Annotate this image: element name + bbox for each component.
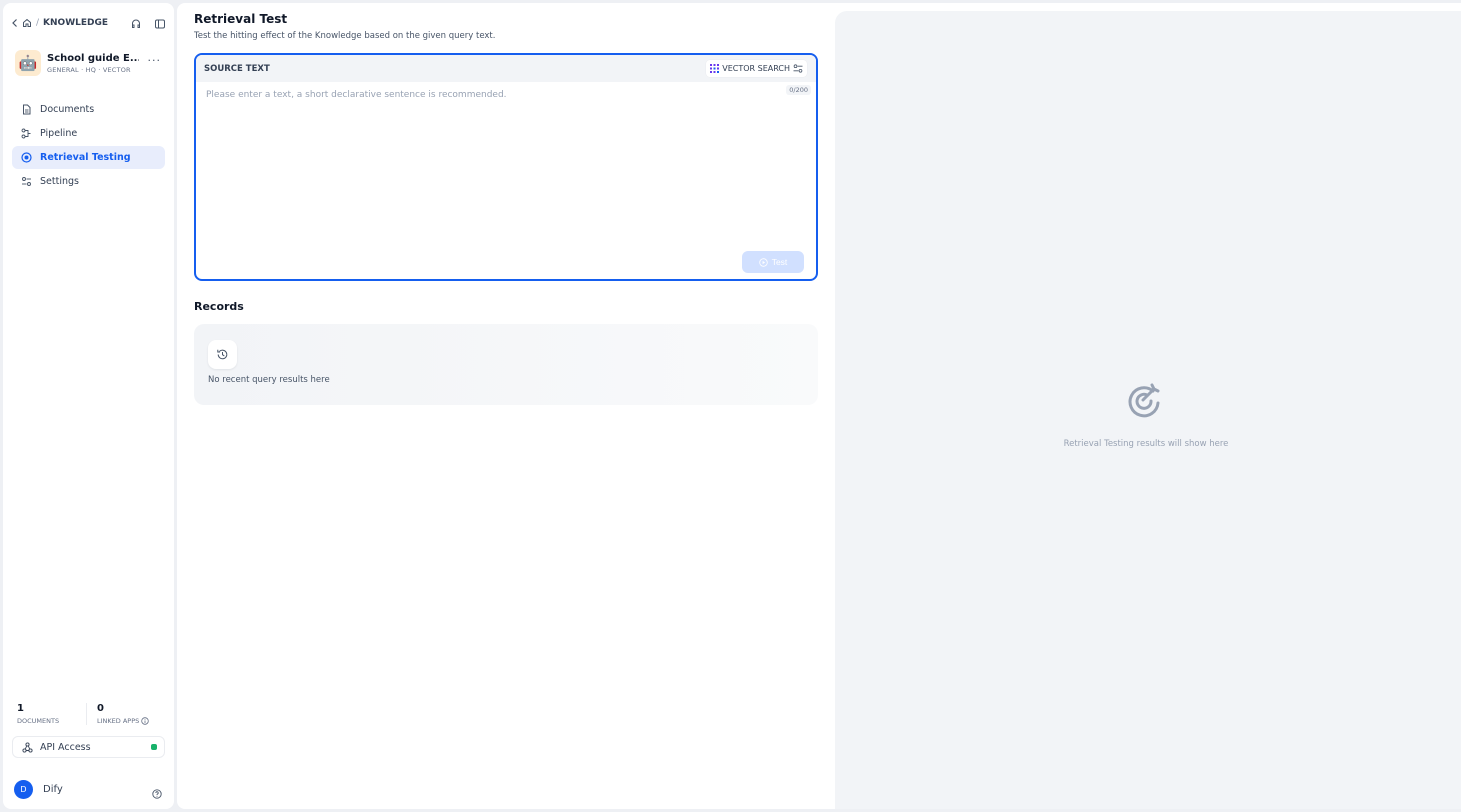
stat-linked-apps-label: LINKED APPS (97, 717, 140, 725)
avatar: D (14, 779, 33, 799)
api-status-indicator (151, 744, 157, 750)
help-icon[interactable] (152, 784, 162, 803)
sidebar-item-retrieval-testing[interactable]: Retrieval Testing (12, 146, 165, 169)
test-button-label: Test (771, 257, 788, 267)
stat-linked-apps-label-row: LINKED APPS (97, 717, 155, 725)
character-count: 0/200 (786, 85, 811, 95)
breadcrumb: / KNOWLEDGE (11, 15, 108, 31)
sidebar-item-label: Retrieval Testing (40, 152, 131, 163)
info-icon[interactable] (141, 717, 149, 725)
main-panel: Retrieval Test Test the hitting effect o… (177, 3, 1461, 809)
sidebar-item-label: Settings (40, 176, 79, 187)
records-panel: No recent query results here (194, 324, 818, 405)
sidebar-item-pipeline[interactable]: Pipeline (12, 122, 165, 145)
source-text-label: SOURCE TEXT (204, 63, 270, 74)
stat-linked-apps-value: 0 (97, 703, 104, 714)
vector-search-icon (710, 64, 720, 73)
test-button[interactable]: Test (742, 251, 804, 273)
records-empty-text: No recent query results here (208, 375, 330, 385)
stat-documents: 1 DOCUMENTS (17, 703, 86, 725)
results-panel: Retrieval Testing results will show here (835, 11, 1461, 809)
more-options-icon[interactable]: ··· (148, 54, 162, 67)
settings-sliders-icon (793, 64, 803, 73)
dataset-avatar: 🤖 (15, 50, 41, 76)
query-text-input[interactable] (206, 90, 766, 100)
headset-icon[interactable] (130, 15, 142, 28)
sidebar-item-settings[interactable]: Settings (12, 170, 165, 193)
breadcrumb-knowledge[interactable]: KNOWLEDGE (43, 18, 108, 28)
user-account[interactable]: D Dify (14, 779, 164, 799)
breadcrumb-separator: / (36, 18, 40, 28)
stat-linked-apps: 0 LINKED APPS (86, 703, 155, 725)
sidebar-item-documents[interactable]: Documents (12, 98, 165, 121)
history-icon (208, 340, 237, 369)
retrieval-method-button[interactable]: VECTOR SEARCH (706, 60, 807, 77)
stat-documents-value: 1 (17, 703, 24, 714)
sidebar-item-label: Pipeline (40, 128, 78, 139)
api-access-button[interactable]: API Access (12, 736, 165, 758)
source-text-header: SOURCE TEXT VECTOR SEARCH (196, 55, 816, 82)
retrieval-method-label: VECTOR SEARCH (722, 64, 790, 73)
chevron-left-icon[interactable] (11, 18, 19, 28)
sidebar-collapse-icon[interactable] (154, 15, 166, 29)
page-title: Retrieval Test (194, 12, 288, 26)
sidebar-nav: Documents Pipeline Retrieval Testing Set… (12, 98, 165, 194)
target-icon (21, 152, 32, 163)
document-icon (23, 104, 31, 115)
target-icon (1128, 383, 1160, 418)
source-text-panel: SOURCE TEXT VECTOR SEARCH 0/200 Test (194, 53, 818, 281)
dataset-name: School guide E... (47, 52, 139, 64)
home-icon[interactable] (22, 18, 32, 28)
dataset-stats: 1 DOCUMENTS 0 LINKED APPS (17, 703, 155, 725)
api-icon (22, 741, 33, 753)
dataset-meta: GENERAL · HQ · VECTOR (47, 65, 131, 74)
sidebar-top-actions (130, 15, 166, 29)
results-empty-text: Retrieval Testing results will show here (1063, 439, 1229, 449)
api-access-label: API Access (40, 741, 91, 753)
user-name: Dify (43, 783, 63, 795)
records-title: Records (194, 300, 244, 313)
settings-sliders-icon (22, 177, 31, 186)
sidebar-item-label: Documents (40, 104, 95, 115)
play-circle-icon (759, 257, 768, 267)
page-description: Test the hitting effect of the Knowledge… (194, 31, 496, 41)
sidebar: / KNOWLEDGE 🤖 School guide E... GENERAL … (3, 3, 174, 809)
pipeline-icon (21, 128, 31, 139)
dataset-header[interactable]: 🤖 School guide E... GENERAL · HQ · VECTO… (15, 48, 165, 78)
stat-documents-label: DOCUMENTS (17, 717, 60, 725)
